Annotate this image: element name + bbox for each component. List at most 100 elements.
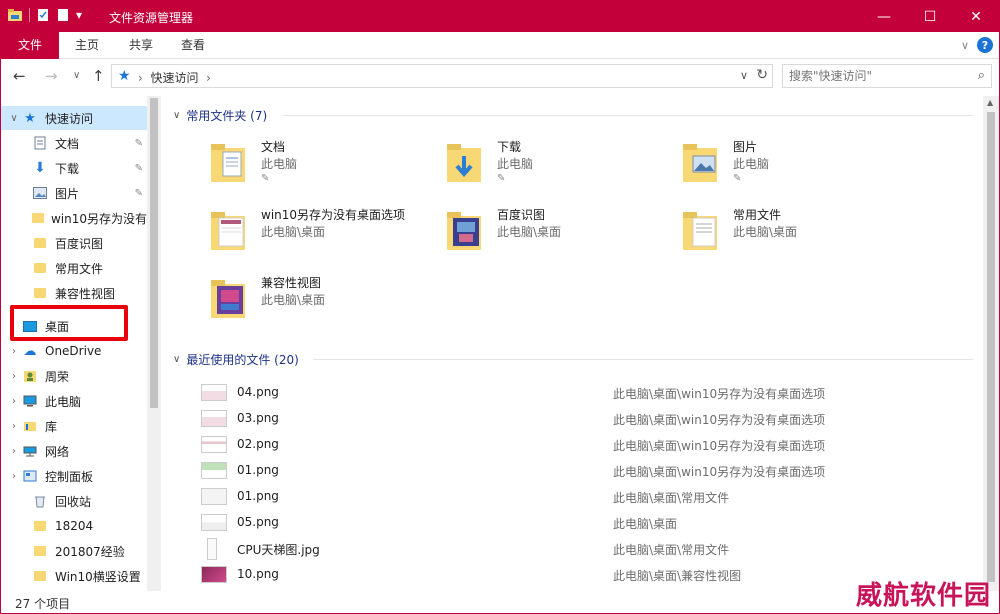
minimize-button[interactable]: — bbox=[861, 1, 907, 32]
content-scrollbar[interactable]: ▲ bbox=[983, 96, 999, 591]
tab-file[interactable]: 文件 bbox=[1, 32, 59, 59]
folder-tile-documents[interactable]: 文档 此电脑 ✎ bbox=[209, 138, 439, 198]
pin-icon[interactable]: ✎ bbox=[497, 173, 505, 184]
expand-icon[interactable]: › bbox=[7, 421, 21, 432]
file-name: 10.png bbox=[237, 567, 279, 581]
collapse-icon[interactable]: ∨ bbox=[7, 113, 21, 124]
content-pane: ∨ 常用文件夹 (7) 文档 此电脑 ✎ 下载 此电脑 ✎ 图片 此电脑 ✎ w… bbox=[163, 96, 983, 591]
sidebar-item-this-pc[interactable]: › 此电脑 bbox=[1, 389, 147, 413]
folder-name: 图片 bbox=[733, 140, 758, 154]
search-box[interactable]: ⌕ bbox=[782, 64, 992, 88]
file-thumbnail bbox=[201, 436, 227, 453]
address-dropdown-icon[interactable]: ∨ bbox=[740, 69, 748, 82]
recent-files-header[interactable]: ∨ 最近使用的文件 (20) bbox=[173, 349, 299, 369]
search-icon[interactable]: ⌕ bbox=[978, 68, 985, 83]
folder-icon bbox=[31, 285, 49, 301]
file-thumbnail bbox=[201, 514, 227, 531]
recent-file-row[interactable]: 01.png 此电脑\桌面\常用文件 bbox=[193, 484, 983, 510]
recent-file-row[interactable]: 05.png 此电脑\桌面 bbox=[193, 510, 983, 536]
search-input[interactable] bbox=[783, 65, 963, 87]
forward-button[interactable]: → bbox=[45, 67, 58, 85]
navigation-scrollbar[interactable] bbox=[147, 96, 161, 591]
recent-file-row[interactable]: CPU天梯图.jpg 此电脑\桌面\常用文件 bbox=[193, 536, 983, 562]
expand-icon[interactable]: › bbox=[7, 446, 21, 457]
pin-icon[interactable]: ✎ bbox=[733, 173, 741, 184]
tab-home[interactable]: 主页 bbox=[65, 32, 109, 59]
folder-tile-pictures[interactable]: 图片 此电脑 ✎ bbox=[681, 138, 911, 198]
collapse-group-icon[interactable]: ∨ bbox=[173, 354, 180, 365]
sidebar-item-common-files[interactable]: 常用文件 bbox=[1, 256, 147, 280]
sidebar-item-downloads[interactable]: ⬇ 下载 ✎ bbox=[1, 156, 147, 180]
group-divider bbox=[283, 115, 973, 116]
sidebar-item-win10-orientation[interactable]: Win10横竖设置 bbox=[1, 564, 147, 588]
folder-preview-icon bbox=[211, 212, 245, 250]
scrollbar-thumb[interactable] bbox=[150, 98, 158, 408]
file-path: 此电脑\桌面 bbox=[613, 517, 678, 531]
recent-file-row[interactable]: 01.png 此电脑\桌面\win10另存为没有桌面选项 bbox=[193, 458, 983, 484]
sidebar-item-label: 控制面板 bbox=[45, 469, 94, 484]
group-divider bbox=[313, 359, 973, 360]
scrollbar-thumb[interactable] bbox=[987, 112, 995, 582]
sidebar-item-label: 回收站 bbox=[55, 494, 92, 509]
sidebar-item-baidu-folder[interactable]: 百度识图 bbox=[1, 231, 147, 255]
folder-tile-common-files[interactable]: 常用文件 此电脑\桌面 bbox=[681, 206, 911, 266]
breadcrumb[interactable]: › 快速访问 › bbox=[138, 69, 211, 86]
maximize-button[interactable]: ☐ bbox=[907, 1, 953, 32]
explorer-app-icon[interactable] bbox=[7, 8, 23, 22]
folder-tile-win10[interactable]: win10另存为没有桌面选项 此电脑\桌面 bbox=[209, 206, 439, 266]
expand-icon[interactable]: › bbox=[7, 471, 21, 482]
sidebar-item-pictures[interactable]: 图片 ✎ bbox=[1, 181, 147, 205]
close-button[interactable]: ✕ bbox=[953, 1, 999, 32]
tab-share[interactable]: 共享 bbox=[119, 32, 163, 59]
sidebar-item-201807[interactable]: 201807经验 bbox=[1, 539, 147, 563]
back-button[interactable]: ← bbox=[13, 67, 26, 85]
pin-icon[interactable]: ✎ bbox=[135, 188, 143, 199]
scroll-up-icon[interactable]: ▲ bbox=[987, 98, 993, 107]
collapse-group-icon[interactable]: ∨ bbox=[173, 110, 180, 121]
new-folder-icon[interactable] bbox=[56, 8, 70, 22]
breadcrumb-quick-access[interactable]: 快速访问 bbox=[150, 71, 198, 85]
folder-tile-baidu[interactable]: 百度识图 此电脑\桌面 bbox=[445, 206, 675, 266]
folder-tile-compat-view[interactable]: 兼容性视图 此电脑\桌面 bbox=[209, 274, 439, 334]
folder-tile-downloads[interactable]: 下载 此电脑 ✎ bbox=[445, 138, 675, 198]
pin-icon[interactable]: ✎ bbox=[135, 138, 143, 149]
frequent-folders-header[interactable]: ∨ 常用文件夹 (7) bbox=[173, 105, 267, 125]
folder-location: 此电脑 bbox=[497, 157, 534, 171]
folder-icon bbox=[31, 210, 45, 226]
refresh-icon[interactable]: ↻ bbox=[756, 67, 768, 83]
sidebar-item-onedrive[interactable]: › ☁ OneDrive bbox=[1, 339, 147, 363]
sidebar-item-recycle-bin[interactable]: 回收站 bbox=[1, 489, 147, 513]
tab-view[interactable]: 查看 bbox=[171, 32, 215, 59]
file-thumbnail bbox=[201, 566, 227, 583]
qat-dropdown-icon[interactable]: ▾ bbox=[76, 8, 82, 22]
folder-name: 常用文件 bbox=[733, 208, 782, 222]
sidebar-item-libraries[interactable]: › 库 bbox=[1, 414, 147, 438]
sidebar-item-control-panel[interactable]: › 控制面板 bbox=[1, 464, 147, 488]
sidebar-item-documents[interactable]: 文档 ✎ bbox=[1, 131, 147, 155]
up-button[interactable]: ↑ bbox=[92, 67, 105, 85]
recent-file-row[interactable]: 04.png 此电脑\桌面\win10另存为没有桌面选项 bbox=[193, 380, 983, 406]
network-icon bbox=[21, 443, 39, 459]
sidebar-item-18204[interactable]: 18204 bbox=[1, 514, 147, 538]
expand-icon[interactable]: › bbox=[7, 396, 21, 407]
sidebar-item-user[interactable]: › 周荣 bbox=[1, 364, 147, 388]
expand-icon[interactable]: › bbox=[7, 346, 21, 357]
sidebar-item-win10-folder[interactable]: win10另存为没有 bbox=[1, 206, 147, 230]
recent-file-row[interactable]: 03.png 此电脑\桌面\win10另存为没有桌面选项 bbox=[193, 406, 983, 432]
sidebar-item-compat-view[interactable]: 兼容性视图 bbox=[1, 281, 147, 305]
recent-locations-icon[interactable]: ∨ bbox=[73, 70, 80, 81]
sidebar-item-label: 快速访问 bbox=[45, 111, 94, 126]
item-count: 27 个项目 bbox=[15, 597, 71, 611]
address-bar[interactable]: ★ › 快速访问 › ∨ ↻ bbox=[111, 64, 773, 88]
folder-location: 此电脑 bbox=[733, 157, 770, 171]
expand-ribbon-icon[interactable]: ∨ bbox=[961, 39, 969, 52]
properties-icon[interactable] bbox=[36, 8, 50, 22]
sidebar-item-network[interactable]: › 网络 bbox=[1, 439, 147, 463]
help-icon[interactable]: ? bbox=[977, 37, 993, 53]
expand-icon[interactable]: › bbox=[7, 371, 21, 382]
pin-icon[interactable]: ✎ bbox=[135, 163, 143, 174]
pin-icon[interactable]: ✎ bbox=[261, 173, 269, 184]
file-name: 02.png bbox=[237, 437, 279, 451]
sidebar-item-quick-access[interactable]: ∨ ★ 快速访问 bbox=[1, 106, 147, 130]
recent-file-row[interactable]: 02.png 此电脑\桌面\win10另存为没有桌面选项 bbox=[193, 432, 983, 458]
